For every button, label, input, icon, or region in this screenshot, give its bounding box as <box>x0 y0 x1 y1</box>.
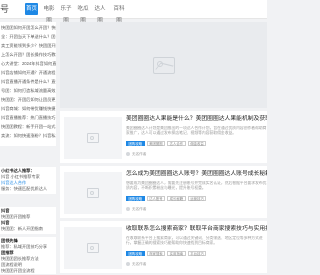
sidebar-block-recommend: 小红书达人推荐： 抖音 小红书推荐专家 抖音达人合作 服务：快速匹配优质达人 <box>0 167 56 194</box>
article-tags: 团购攻略 美团圈圈 达人合作 佣金收益 <box>126 141 207 147</box>
sidebar-block-line[interactable]: 快团团开团全流程 <box>1 268 56 274</box>
article-author: 无名作者 <box>126 151 146 157</box>
sidebar-link[interactable]: 快团团教程：新手开团一站式 <box>0 123 56 131</box>
sidebar-link[interactable]: 快团团：开团后如何让团员更多 <box>0 96 56 104</box>
sidebar-link[interactable]: 抖音直播推荐：热门直播技巧 <box>0 114 56 122</box>
nav-item-movie[interactable]: 电影圈 <box>41 3 57 24</box>
article-thumbnail[interactable] <box>64 227 122 269</box>
article-tag[interactable]: 佣金收益 <box>187 141 207 146</box>
article-tag[interactable]: 运营技巧 <box>187 196 207 201</box>
author-name: 无名作者 <box>132 152 147 156</box>
article-card[interactable]: 美团圈圈达人果能是什么？美团圈圈达人果能机制及获取攻略 美团圈圈达人计划是美团推… <box>60 111 267 163</box>
article-excerpt: 美团圈圈达人计划是美团推出的一项达人合作计划，旨在通过优质内容创作者帮助商家推广… <box>126 126 267 135</box>
sidebar-link[interactable]: 卖流：如何快速涨粉？抖音私域 <box>0 132 56 140</box>
article-author: 无名作者 <box>126 206 146 212</box>
article-excerpt: 在收取联系平台上搜索商家，可以通过关键词、分类筛选、地区定位等多种方式进行，掌握… <box>126 236 263 245</box>
article-thumbnail[interactable] <box>64 117 122 159</box>
sidebar-link[interactable]: 上怎么开团？团长操作技巧教程 <box>0 51 56 59</box>
article-title[interactable]: 怎么成为美团圈圈达人账号？美团圈圈达人账号成长秘籍与技巧 <box>126 170 267 178</box>
article-tag[interactable]: 商家搜索 <box>146 251 166 256</box>
article-tag[interactable]: 团购攻略 <box>126 196 145 201</box>
article-author: 无名作者 <box>126 261 146 267</box>
site-logo[interactable]: 号 <box>0 3 14 15</box>
article-tag[interactable]: 团购攻略 <box>126 251 145 256</box>
author-name: 无名作者 <box>132 207 147 211</box>
author-avatar <box>126 207 130 211</box>
top-nav: 号 首页 电影圈 乐子圈 吃瓜圈 达人圈 百科圈 <box>0 0 267 24</box>
author-avatar <box>126 152 130 156</box>
image-placeholder-icon <box>87 188 99 198</box>
article-tag[interactable]: 团购攻略 <box>126 141 145 146</box>
article-tag[interactable]: 成长秘籍 <box>167 196 186 201</box>
article-tag[interactable]: 实用指南 <box>167 251 186 256</box>
nav-item-wiki[interactable]: 百科圈 <box>111 3 127 24</box>
author-avatar <box>126 262 130 266</box>
sidebar-block-group: 团领先锋 推荐：私域开团技巧分享 团推荐 快团团团长推荐方法 团流程说明 快团团… <box>0 237 56 274</box>
image-placeholder-icon <box>152 56 175 74</box>
hero-banner[interactable] <box>60 22 267 108</box>
article-tag[interactable]: 达人账号 <box>146 196 166 201</box>
article-tag[interactable]: 平台技巧 <box>187 251 207 256</box>
article-excerpt: 想要成为美团圈圈达人，需要先注册账号并完成实名认证，然后根据平台要求发布优质内容… <box>126 181 267 190</box>
article-tags: 团购攻略 达人账号 成长秘籍 运营技巧 <box>126 196 207 202</box>
article-tag[interactable]: 达人合作 <box>167 141 186 146</box>
article-card[interactable]: 怎么成为美团圈圈达人账号？美团圈圈达人账号成长秘籍与技巧 想要成为美团圈圈达人，… <box>60 166 267 218</box>
image-placeholder-icon <box>87 133 99 143</box>
image-placeholder-icon <box>87 243 99 253</box>
article-title[interactable]: 收取联系怎么搜索商家？联取平台商家搜索技巧与实用指南 <box>126 225 267 233</box>
sidebar-link[interactable]: 抖音商城：如何带货赚钱快捷 <box>0 105 56 113</box>
article-card[interactable]: 收取联系怎么搜索商家？联取平台商家搜索技巧与实用指南 在收取联系平台上搜索商家，… <box>60 221 267 273</box>
sidebar-block-line[interactable]: 快团团：新人开团指南 <box>1 226 56 232</box>
author-name: 无名作者 <box>132 262 147 266</box>
sidebar-block-douyin: 抖音 快团团开团推荐 抖音 快团团：新人开团指南 <box>0 207 56 234</box>
article-title[interactable]: 美团圈圈达人果能是什么？美团圈圈达人果能机制及获取攻略 <box>126 115 267 123</box>
nav-item-fun[interactable]: 乐子圈 <box>59 3 73 24</box>
nav-item-home[interactable]: 首页 <box>25 3 38 15</box>
nav-item-gossip[interactable]: 吃瓜圈 <box>76 3 90 24</box>
nav-item-influencer[interactable]: 达人圈 <box>93 3 107 24</box>
sidebar-link[interactable]: 抖音店铺如何开通？开通流程 <box>0 69 56 77</box>
sidebar-link[interactable]: 号团：如何打造私域流量高效 <box>0 87 56 95</box>
sidebar-block-line[interactable]: 服务：快速匹配优质达人 <box>1 186 56 192</box>
sidebar-link-list: 快团团如何开团怎么开团？快团团开团 全：开团当天下单送什么？团长后 卖工资能领到… <box>0 22 56 146</box>
sidebar-link[interactable]: 卖工资能领到多少？快团团开团 <box>0 42 56 50</box>
article-tags: 团购攻略 商家搜索 实用指南 平台技巧 <box>126 251 207 257</box>
sidebar-link[interactable]: 心大讲堂：2024年抖音如何直播带 <box>0 60 56 68</box>
sidebar-link[interactable]: 快团团如何开团怎么开团？快团团开团 <box>0 24 56 32</box>
article-thumbnail[interactable] <box>64 172 122 214</box>
article-tag[interactable]: 美团圈圈 <box>146 141 166 146</box>
sidebar-link[interactable]: 抖音直播开通条件是什么？直播权限 <box>0 78 56 86</box>
sidebar-link[interactable]: 全：开团当天下单送什么？团长后 <box>0 33 56 41</box>
